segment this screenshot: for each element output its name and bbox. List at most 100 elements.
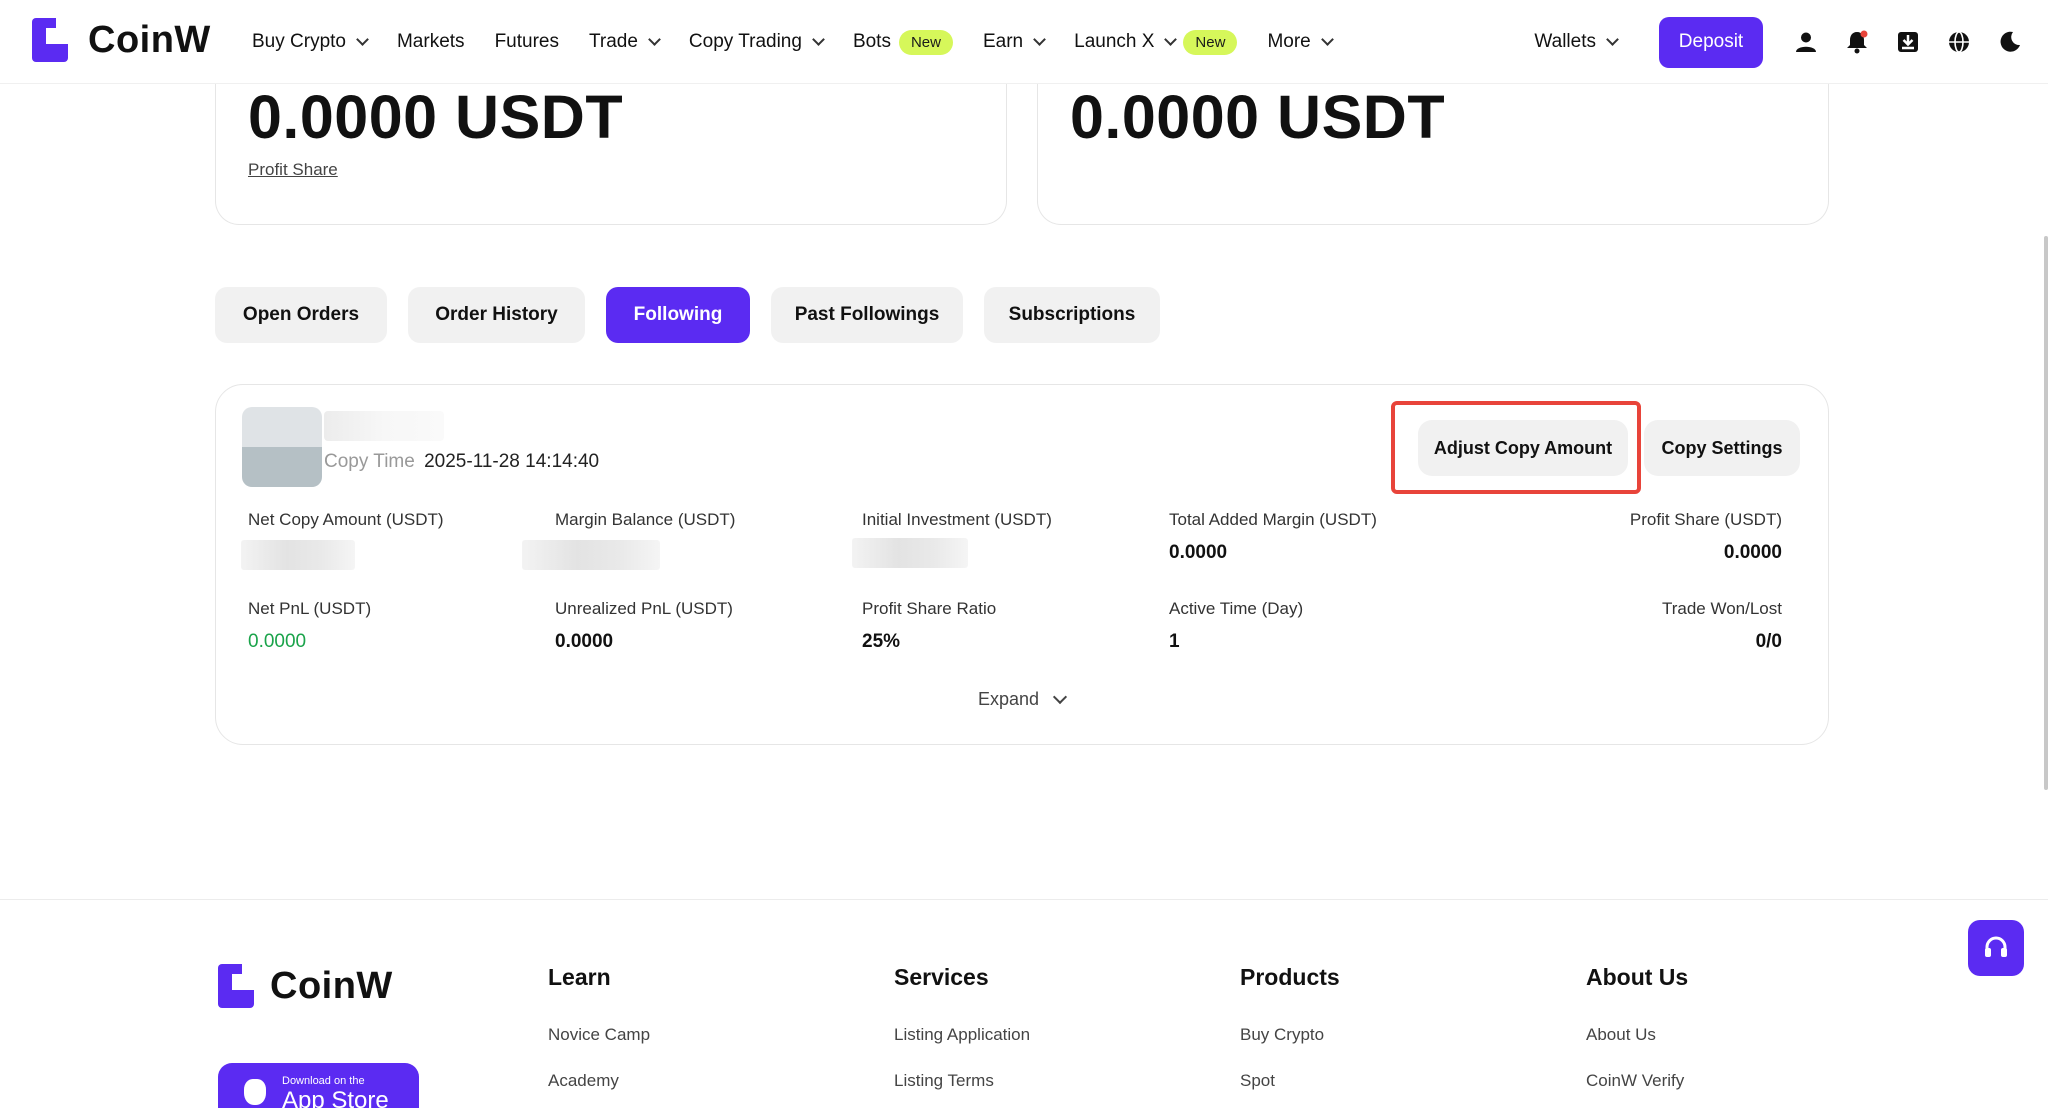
footer-link[interactable]: About Us bbox=[1586, 1025, 1688, 1047]
chevron-down-icon bbox=[1606, 33, 1619, 46]
expand-label: Expand bbox=[978, 689, 1040, 709]
footer-column-services: Services Listing Application Listing Ter… bbox=[894, 964, 1030, 1108]
stat-value: 0/0 bbox=[1755, 631, 1782, 652]
stat-value: 0.0000 bbox=[555, 631, 614, 652]
footer-link[interactable]: Novice Camp bbox=[548, 1025, 650, 1047]
tab-open-orders[interactable]: Open Orders bbox=[215, 287, 387, 343]
copy-time-label: Copy Time bbox=[324, 451, 415, 472]
nav-copy-trading[interactable]: Copy Trading bbox=[689, 31, 825, 53]
footer-link[interactable]: CoinW Verify bbox=[1586, 1071, 1688, 1093]
apple-icon bbox=[244, 1079, 266, 1105]
footer-link[interactable]: Buy Crypto bbox=[1240, 1025, 1340, 1047]
stat-label: Profit Share (USDT) bbox=[1629, 510, 1782, 529]
stat-label: Total Added Margin (USDT) bbox=[1169, 510, 1377, 529]
chevron-down-icon bbox=[1033, 33, 1046, 46]
nav-label: Trade bbox=[588, 31, 638, 52]
footer-column-title: Learn bbox=[548, 964, 611, 990]
coinw-logo-icon bbox=[32, 18, 70, 62]
footer-brand-name: CoinW bbox=[270, 964, 393, 1007]
tab-subscriptions[interactable]: Subscriptions bbox=[984, 287, 1160, 343]
wallets-menu[interactable]: Wallets bbox=[1534, 31, 1619, 53]
summary-amount: 0.0000 USDT bbox=[248, 83, 624, 151]
nav-label: Launch X bbox=[1074, 31, 1155, 52]
wallets-label: Wallets bbox=[1534, 31, 1596, 52]
chevron-down-icon bbox=[1052, 689, 1068, 705]
footer-link[interactable]: Spot bbox=[1240, 1071, 1340, 1093]
nav-label: Markets bbox=[396, 31, 465, 52]
nav-label: More bbox=[1267, 31, 1311, 52]
nav-label: Buy Crypto bbox=[252, 31, 346, 52]
deposit-button[interactable]: Deposit bbox=[1659, 16, 1763, 68]
new-badge: New bbox=[898, 29, 953, 55]
stat-value: 1 bbox=[1169, 631, 1180, 652]
nav-bots[interactable]: Bots New bbox=[852, 29, 953, 55]
footer-column-title: About Us bbox=[1586, 964, 1689, 990]
chevron-down-icon bbox=[1164, 33, 1178, 46]
order-tabs: Open Orders Order History Following Past… bbox=[215, 287, 1181, 343]
coinw-logo-icon bbox=[218, 964, 256, 1008]
page-scrollbar[interactable] bbox=[2044, 236, 2048, 790]
footer-link[interactable]: Listing Application bbox=[894, 1025, 1030, 1047]
tab-order-history[interactable]: Order History bbox=[408, 287, 585, 343]
footer-link[interactable]: Academy bbox=[548, 1071, 650, 1093]
globe-icon[interactable] bbox=[1946, 29, 1972, 55]
header-actions: Wallets Deposit bbox=[1534, 0, 2048, 84]
stat-value: 25% bbox=[862, 631, 901, 652]
footer-column-learn: Learn Novice Camp Academy bbox=[548, 964, 650, 1108]
moon-icon[interactable] bbox=[1997, 29, 2023, 55]
nav-label: Futures bbox=[494, 31, 559, 52]
headset-icon[interactable] bbox=[1968, 920, 2024, 976]
nav-earn[interactable]: Earn bbox=[982, 31, 1046, 53]
stat-label: Unrealized PnL (USDT) bbox=[555, 599, 733, 618]
copy-settings-button[interactable]: Copy Settings bbox=[1644, 420, 1800, 476]
stat-label: Net PnL (USDT) bbox=[248, 599, 372, 618]
nav-markets[interactable]: Markets bbox=[397, 31, 465, 53]
app-store-button[interactable]: Download on the App Store bbox=[218, 1063, 419, 1108]
summary-card-right: 0.0000 USDT bbox=[1037, 60, 1829, 225]
stat-label: Initial Investment (USDT) bbox=[862, 510, 1052, 529]
nav-buy-crypto[interactable]: Buy Crypto bbox=[252, 31, 369, 53]
download-icon[interactable] bbox=[1895, 29, 1921, 55]
stat-label: Active Time (Day) bbox=[1169, 599, 1304, 618]
brand-name: CoinW bbox=[88, 18, 211, 61]
nav-trade[interactable]: Trade bbox=[588, 31, 661, 53]
stat-label: Trade Won/Lost bbox=[1661, 599, 1782, 618]
appstore-large-text: App Store bbox=[282, 1087, 389, 1108]
nav-label: Bots bbox=[852, 31, 891, 52]
following-card: Copy Time 2025-11-28 14:14:40 Adjust Cop… bbox=[215, 384, 1829, 745]
initial-investment-redacted bbox=[852, 538, 968, 568]
copy-time-value: 2025-11-28 14:14:40 bbox=[424, 451, 600, 472]
profit-share-link[interactable]: Profit Share bbox=[248, 160, 338, 180]
chevron-down-icon bbox=[812, 33, 825, 46]
margin-balance-redacted bbox=[522, 540, 660, 570]
nav-futures[interactable]: Futures bbox=[495, 31, 559, 53]
bell-icon[interactable] bbox=[1844, 29, 1870, 55]
new-badge: New bbox=[1183, 29, 1238, 55]
expand-toggle[interactable]: Expand bbox=[978, 689, 1068, 710]
footer-column-products: Products Buy Crypto Spot bbox=[1240, 964, 1340, 1108]
nav-label: Earn bbox=[982, 31, 1024, 52]
user-icon[interactable] bbox=[1793, 29, 1819, 55]
footer-column-title: Products bbox=[1240, 964, 1340, 990]
nav-more[interactable]: More bbox=[1267, 31, 1334, 53]
nav-launch-x[interactable]: Launch X New bbox=[1074, 29, 1238, 55]
net-copy-amount-redacted bbox=[241, 540, 355, 570]
stat-label: Net Copy Amount (USDT) bbox=[248, 510, 444, 529]
stat-value: 0.0000 bbox=[1169, 542, 1228, 563]
tab-past-followings[interactable]: Past Followings bbox=[771, 287, 963, 343]
tab-following[interactable]: Following bbox=[606, 287, 750, 343]
trader-avatar[interactable] bbox=[242, 407, 322, 487]
footer-logo[interactable]: CoinW bbox=[218, 964, 393, 1008]
trader-name-redacted[interactable] bbox=[324, 411, 444, 441]
coinw-logo[interactable]: CoinW bbox=[32, 18, 211, 62]
chevron-down-icon bbox=[1320, 33, 1334, 46]
top-navigation-bar: CoinW Buy Crypto Markets Futures Trade C… bbox=[0, 0, 2048, 84]
summary-card-left: 0.0000 USDT Profit Share bbox=[215, 60, 1007, 225]
appstore-small-text: Download on the bbox=[282, 1075, 365, 1087]
footer-link[interactable]: Listing Terms bbox=[894, 1071, 1030, 1093]
stat-label: Profit Share Ratio bbox=[862, 599, 997, 618]
stat-value: 0.0000 bbox=[1723, 542, 1782, 563]
chevron-down-icon bbox=[356, 33, 369, 46]
stat-label: Margin Balance (USDT) bbox=[555, 510, 736, 529]
footer-column-about-us: About Us About Us CoinW Verify bbox=[1586, 964, 1688, 1108]
